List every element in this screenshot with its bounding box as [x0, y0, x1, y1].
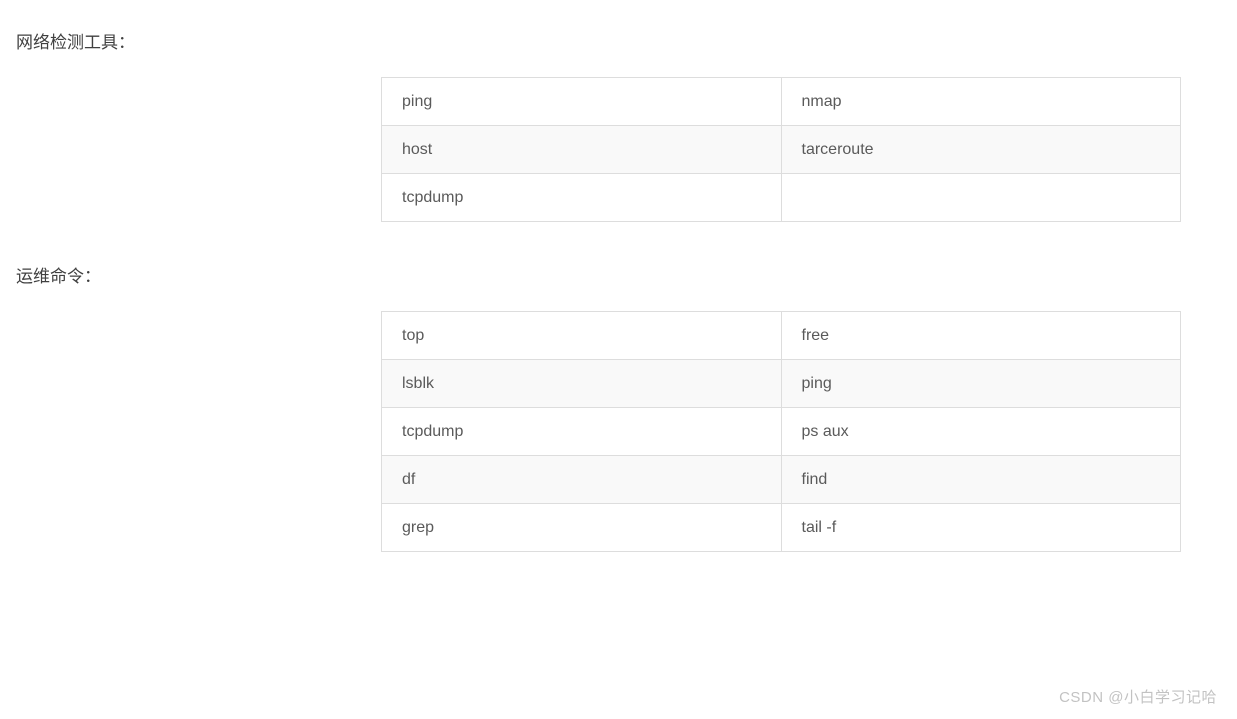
table-wrap: ping nmap host tarceroute tcpdump — [16, 77, 1221, 222]
table-row: tcpdump — [382, 174, 1181, 222]
table-cell: df — [382, 456, 782, 504]
ops-commands-table: top free lsblk ping tcpdump ps aux df fi… — [381, 311, 1181, 552]
table-wrap: top free lsblk ping tcpdump ps aux df fi… — [16, 311, 1221, 552]
table-cell: tcpdump — [382, 408, 782, 456]
table-cell: tcpdump — [382, 174, 782, 222]
table-cell: lsblk — [382, 360, 782, 408]
section-title: 运维命令： — [16, 262, 1221, 287]
table-cell: grep — [382, 504, 782, 552]
table-cell: tail -f — [781, 504, 1181, 552]
table-cell: free — [781, 312, 1181, 360]
table-cell — [781, 174, 1181, 222]
table-row: df find — [382, 456, 1181, 504]
table-cell: nmap — [781, 78, 1181, 126]
table-row: ping nmap — [382, 78, 1181, 126]
table-row: host tarceroute — [382, 126, 1181, 174]
table-cell: find — [781, 456, 1181, 504]
table-cell: tarceroute — [781, 126, 1181, 174]
table-row: top free — [382, 312, 1181, 360]
table-row: tcpdump ps aux — [382, 408, 1181, 456]
section-network-tools: 网络检测工具： ping nmap host tarceroute tcpdum… — [16, 28, 1221, 222]
table-row: grep tail -f — [382, 504, 1181, 552]
section-ops-commands: 运维命令： top free lsblk ping tcpdump ps aux… — [16, 262, 1221, 552]
network-tools-table: ping nmap host tarceroute tcpdump — [381, 77, 1181, 222]
table-row: lsblk ping — [382, 360, 1181, 408]
section-title: 网络检测工具： — [16, 28, 1221, 53]
table-cell: ping — [382, 78, 782, 126]
table-cell: ps aux — [781, 408, 1181, 456]
table-cell: top — [382, 312, 782, 360]
watermark-text: CSDN @小白学习记哈 — [1059, 686, 1217, 707]
table-cell: ping — [781, 360, 1181, 408]
table-cell: host — [382, 126, 782, 174]
